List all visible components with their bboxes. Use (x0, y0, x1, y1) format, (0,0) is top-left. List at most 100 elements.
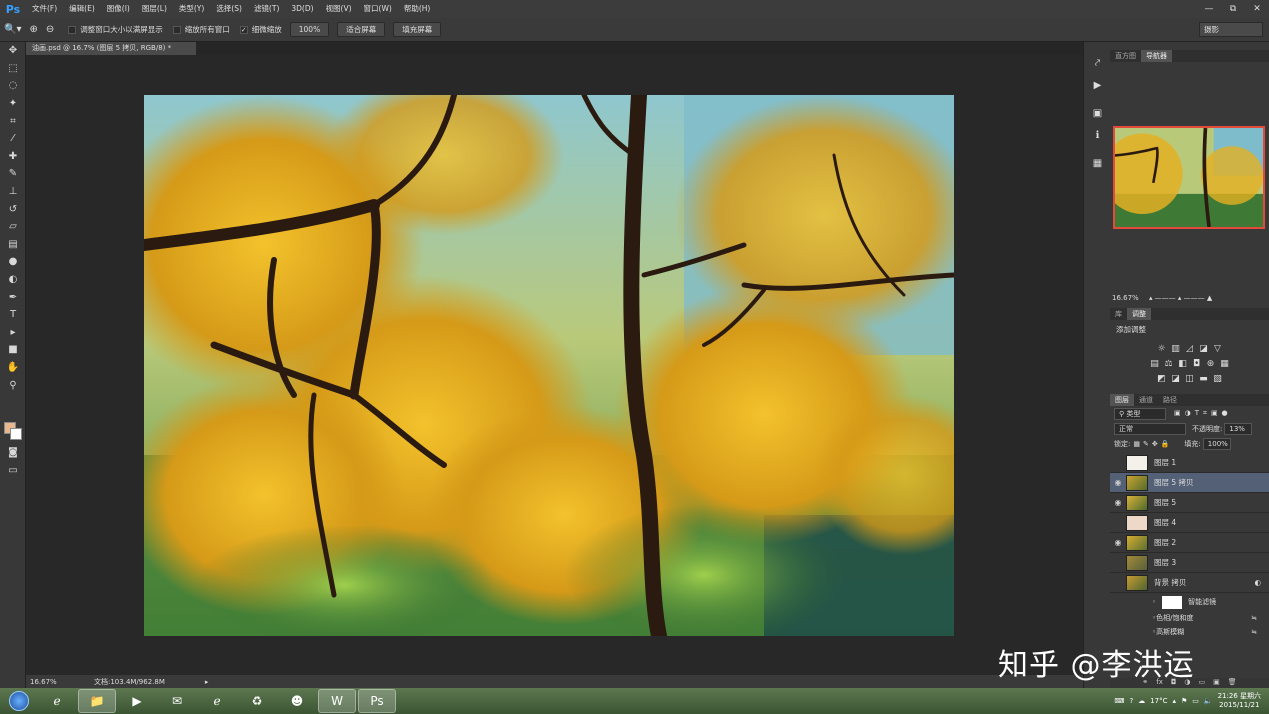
flag-icon[interactable]: ⚑ (1181, 697, 1187, 705)
volume-icon[interactable]: 🔈 (1204, 697, 1213, 705)
scrubby-zoom-checkbox[interactable]: ✓ 细微缩放 (239, 24, 282, 35)
exposure-icon[interactable]: ◪ (1199, 344, 1209, 354)
move-tool-icon[interactable]: ✥ (0, 42, 26, 60)
clock[interactable]: 21:26 星期六 2015/11/21 (1218, 692, 1261, 710)
color-swatches[interactable] (4, 422, 22, 440)
mail-taskbar-icon[interactable]: ✉ (158, 689, 196, 713)
status-arrow-icon[interactable]: ▸ (205, 678, 209, 686)
clone-stamp-tool-icon[interactable]: ⊥ (0, 183, 26, 201)
layer-row-1[interactable]: 图层 1 (1110, 453, 1269, 473)
brush-panel-icon[interactable]: ▦ (1084, 152, 1111, 174)
word-taskbar-icon[interactable]: W (318, 689, 356, 713)
tab-adjustments[interactable]: 调整 (1127, 308, 1151, 320)
smart-filters-row[interactable]: ◦ 智能滤镜 (1110, 593, 1269, 611)
document-image[interactable] (144, 95, 954, 636)
path-selection-tool-icon[interactable]: ▸ (0, 324, 26, 342)
tab-channels[interactable]: 通道 (1134, 394, 1158, 406)
photoshop-taskbar-icon[interactable]: Ps (358, 689, 396, 713)
vibrance-icon[interactable]: ▽ (1213, 344, 1223, 354)
screen-mode-icon[interactable]: ▭ (0, 462, 26, 480)
menu-layer[interactable]: 图层(L) (136, 0, 173, 18)
menu-select[interactable]: 选择(S) (210, 0, 248, 18)
layer-row-2[interactable]: ◉ 图层 5 拷贝 (1110, 473, 1269, 493)
workspace-select[interactable]: 摄影 (1199, 22, 1263, 37)
eraser-tool-icon[interactable]: ▱ (0, 218, 26, 236)
tab-library[interactable]: 库 (1110, 308, 1127, 320)
menu-type[interactable]: 类型(Y) (173, 0, 210, 18)
layer-row-4[interactable]: 图层 4 (1110, 513, 1269, 533)
dodge-tool-icon[interactable]: ◐ (0, 271, 26, 289)
eyedropper-tool-icon[interactable]: ⁄ (0, 130, 26, 148)
filter-row-1[interactable]: ◦ 色相/饱和度 ≒ (1110, 611, 1269, 625)
lasso-tool-icon[interactable]: ◌ (0, 77, 26, 95)
menu-filter[interactable]: 滤镜(T) (248, 0, 285, 18)
navigator-zoom-value[interactable]: 16.67% (1112, 294, 1139, 302)
menu-window[interactable]: 窗口(W) (358, 0, 398, 18)
filter-options-icon[interactable]: ≒ (1251, 628, 1257, 636)
healing-brush-tool-icon[interactable]: ✚ (0, 148, 26, 166)
levels-icon[interactable]: ▥ (1171, 344, 1181, 354)
zoom-tool-icon[interactable]: ⚲ (0, 376, 26, 394)
start-button[interactable] (2, 689, 36, 713)
rectangle-tool-icon[interactable]: ■ (0, 341, 26, 359)
sync-taskbar-icon[interactable]: ♻ (238, 689, 276, 713)
properties-panel-icon[interactable]: ▣ (1084, 102, 1111, 124)
filter-row-2[interactable]: ◦ 高斯模糊 ≒ (1110, 625, 1269, 639)
weather-icon[interactable]: ☁ (1138, 697, 1145, 705)
tray-arrow-icon[interactable]: ▴ (1172, 697, 1176, 705)
menu-edit[interactable]: 编辑(E) (63, 0, 101, 18)
keyboard-icon[interactable]: ⌨ (1114, 697, 1124, 705)
type-tool-icon[interactable]: T (0, 306, 26, 324)
color-balance-icon[interactable]: ⚖ (1164, 359, 1174, 369)
layer-row-6[interactable]: 图层 3 (1110, 553, 1269, 573)
layer-row-5[interactable]: ◉ 图层 2 (1110, 533, 1269, 553)
status-zoom[interactable]: 16.67% (26, 678, 76, 686)
fill-screen-button[interactable]: 填充屏幕 (393, 22, 442, 37)
history-panel-icon[interactable]: ⤤ (1084, 52, 1111, 74)
media-player-taskbar-icon[interactable]: ▶ (118, 689, 156, 713)
zoom-tool-icon[interactable]: 🔍▾ (0, 24, 25, 35)
brightness-icon[interactable]: ☼ (1157, 344, 1167, 354)
tab-paths[interactable]: 路径 (1158, 394, 1182, 406)
menu-help[interactable]: 帮助(H) (398, 0, 437, 18)
close-button[interactable]: ✕ (1245, 0, 1269, 18)
delete-layer-icon[interactable]: 🗑 (1228, 678, 1237, 688)
zoom-100-button[interactable]: 100% (289, 22, 330, 37)
ie-taskbar-icon[interactable]: ℯ (38, 689, 76, 713)
info-panel-icon[interactable]: ℹ (1084, 124, 1111, 146)
menu-image[interactable]: 图像(I) (101, 0, 136, 18)
black-white-icon[interactable]: ◧ (1178, 359, 1188, 369)
actions-play-icon[interactable]: ▶ (1084, 74, 1111, 96)
help-icon[interactable]: ? (1129, 697, 1133, 705)
hue-saturation-icon[interactable]: ▤ (1150, 359, 1160, 369)
background-color-swatch[interactable] (10, 428, 22, 440)
zoom-out-icon[interactable]: ⊖ (42, 24, 58, 35)
opacity-input[interactable]: 13% (1224, 422, 1253, 435)
weather-temp[interactable]: 17°C (1150, 697, 1167, 705)
qq-taskbar-icon[interactable]: ☻ (278, 689, 316, 713)
invert-icon[interactable]: ◩ (1157, 374, 1167, 384)
new-layer-icon[interactable]: ▣ (1213, 678, 1220, 688)
minimize-button[interactable]: — (1197, 0, 1221, 18)
blend-mode-select[interactable]: 正常 (1114, 422, 1186, 435)
network-icon[interactable]: ▭ (1192, 697, 1199, 705)
selective-color-icon[interactable]: ▧ (1213, 374, 1223, 384)
fill-input[interactable]: 100% (1202, 437, 1231, 450)
hand-tool-icon[interactable]: ✋ (0, 359, 26, 377)
zoom-slider[interactable]: ▴ ——— ▴ ——— ▲ (1149, 294, 1212, 302)
color-lookup-icon[interactable]: ▦ (1220, 359, 1230, 369)
layer-row-7[interactable]: 背景 拷贝 ◐ (1110, 573, 1269, 593)
resize-windows-checkbox[interactable]: 调整窗口大小以满屏显示 (68, 24, 163, 35)
photo-filter-icon[interactable]: ◘ (1192, 359, 1202, 369)
eye-icon[interactable]: ◉ (1110, 498, 1126, 507)
navigator-thumbnail[interactable] (1113, 126, 1265, 229)
menu-view[interactable]: 视图(V) (320, 0, 358, 18)
lock-icons[interactable]: ▦✎✥🔒 (1133, 440, 1172, 448)
restore-button[interactable]: ⧉ (1221, 0, 1245, 18)
eye-icon[interactable]: ◉ (1110, 478, 1126, 487)
blur-tool-icon[interactable]: ● (0, 253, 26, 271)
filter-options-icon[interactable]: ≒ (1251, 614, 1257, 622)
eye-icon[interactable]: ◉ (1110, 538, 1126, 547)
gradient-tool-icon[interactable]: ▤ (0, 236, 26, 254)
menu-3d[interactable]: 3D(D) (285, 0, 319, 18)
